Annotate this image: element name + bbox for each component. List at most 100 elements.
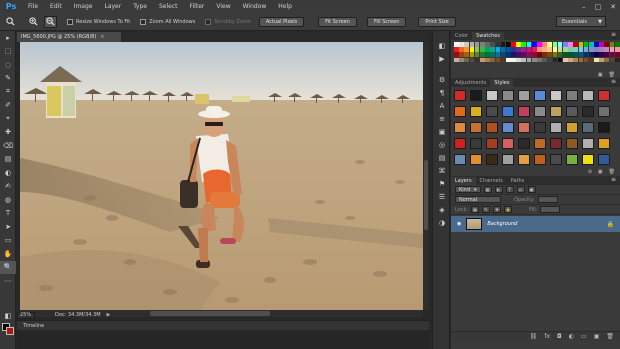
color-swatch[interactable]: [521, 52, 527, 58]
menu-file[interactable]: File: [22, 0, 44, 13]
color-swatch[interactable]: [552, 42, 558, 47]
type-filter-icon[interactable]: T: [505, 186, 514, 194]
close-icon[interactable]: ×: [100, 34, 104, 40]
style-preset[interactable]: [486, 138, 498, 150]
color-swatch[interactable]: [459, 57, 464, 63]
tab-color[interactable]: Color: [451, 32, 472, 40]
color-swatch[interactable]: [469, 42, 475, 47]
menu-image[interactable]: Image: [68, 0, 99, 13]
color-swatch[interactable]: [588, 47, 594, 52]
notes-panel-icon[interactable]: ⚑: [433, 177, 451, 190]
layer-style-icon[interactable]: fx: [544, 333, 550, 340]
color-swatch[interactable]: [547, 57, 553, 63]
style-preset[interactable]: [534, 138, 546, 150]
color-swatch[interactable]: [500, 57, 506, 63]
color-swatch[interactable]: [573, 42, 578, 47]
color-swatch[interactable]: [526, 52, 532, 58]
color-swatch[interactable]: [604, 57, 610, 63]
style-preset[interactable]: [486, 154, 498, 166]
color-swatch[interactable]: [542, 57, 547, 63]
color-swatch[interactable]: [511, 57, 516, 63]
color-swatch[interactable]: [614, 52, 620, 58]
new-style-icon[interactable]: ▣: [598, 169, 603, 175]
color-swatch[interactable]: [526, 47, 532, 52]
brush-presets-icon[interactable]: ◎: [433, 138, 451, 151]
character-panel-icon[interactable]: A: [433, 99, 451, 112]
color-swatch[interactable]: [500, 47, 506, 52]
quick-mask-icon[interactable]: ◧: [0, 310, 16, 324]
style-preset[interactable]: [486, 106, 498, 118]
menu-view[interactable]: View: [210, 0, 236, 13]
color-swatch[interactable]: [516, 52, 521, 58]
color-swatch[interactable]: [485, 42, 490, 47]
clear-style-icon[interactable]: ⊘: [588, 169, 592, 175]
color-swatch[interactable]: [594, 47, 599, 52]
color-swatch[interactable]: [573, 52, 578, 58]
tab-channels[interactable]: Channels: [476, 177, 507, 185]
checkbox-box[interactable]: [67, 18, 73, 25]
color-swatch[interactable]: [454, 47, 459, 52]
color-swatch[interactable]: [505, 52, 511, 58]
color-swatch[interactable]: [542, 52, 547, 58]
style-preset[interactable]: [454, 122, 466, 134]
color-swatch[interactable]: [485, 52, 490, 58]
zoom-all-checkbox[interactable]: Zoom All Windows: [140, 18, 195, 25]
checkbox-box[interactable]: [140, 18, 147, 25]
color-swatch[interactable]: [479, 57, 485, 63]
color-swatch[interactable]: [474, 57, 480, 63]
color-swatch[interactable]: [604, 52, 610, 58]
style-preset[interactable]: [502, 90, 514, 102]
color-swatch[interactable]: [500, 52, 506, 58]
color-swatch[interactable]: [464, 52, 470, 58]
color-swatch[interactable]: [469, 47, 475, 52]
color-swatch[interactable]: [557, 47, 563, 52]
more-tools-icon[interactable]: ⋯: [0, 274, 16, 288]
style-preset[interactable]: [598, 154, 610, 166]
layer-row-background[interactable]: ◉ Background 🔒: [451, 216, 620, 233]
color-swatch[interactable]: [531, 47, 537, 52]
color-swatch[interactable]: [573, 47, 578, 52]
color-swatch[interactable]: [479, 42, 485, 47]
tab-layers[interactable]: Layers: [451, 177, 476, 186]
style-preset[interactable]: [518, 90, 530, 102]
clone-stamp-tool-icon[interactable]: ⌫: [0, 139, 16, 153]
style-preset[interactable]: [550, 154, 562, 166]
print-size-button[interactable]: Print Size: [418, 16, 456, 27]
gradient-tool-icon[interactable]: ✍: [0, 180, 16, 194]
fit-screen-button[interactable]: Fit Screen: [318, 16, 357, 27]
lasso-tool-icon[interactable]: ◌: [0, 58, 16, 72]
lock-pixels-icon[interactable]: ✎: [482, 206, 491, 214]
shape-tool-icon[interactable]: ▭: [0, 234, 16, 248]
visibility-eye-icon[interactable]: ◉: [457, 221, 461, 227]
checkbox-box[interactable]: [205, 18, 212, 25]
color-swatch[interactable]: [516, 57, 521, 63]
style-preset[interactable]: [518, 138, 530, 150]
style-preset[interactable]: [582, 122, 594, 134]
color-swatch[interactable]: [490, 52, 495, 58]
style-preset[interactable]: [470, 138, 482, 150]
color-swatch[interactable]: [562, 42, 568, 47]
color-swatch[interactable]: [511, 47, 516, 52]
color-swatch[interactable]: [516, 47, 521, 52]
color-swatch[interactable]: [604, 42, 610, 47]
new-group-icon[interactable]: ▭: [581, 333, 587, 340]
style-preset[interactable]: [454, 154, 466, 166]
style-preset[interactable]: [566, 154, 578, 166]
color-swatch[interactable]: [537, 57, 542, 63]
style-preset[interactable]: [582, 90, 594, 102]
maximize-button[interactable]: □: [595, 3, 602, 11]
color-swatch[interactable]: [495, 42, 501, 47]
move-tool-icon[interactable]: ▸: [0, 31, 16, 45]
style-preset[interactable]: [470, 154, 482, 166]
color-swatch[interactable]: [588, 42, 594, 47]
scrubby-zoom-checkbox[interactable]: Scrubby Zoom: [205, 18, 251, 25]
panel-menu-icon[interactable]: ≡: [611, 176, 616, 184]
color-swatch[interactable]: [464, 42, 470, 47]
eraser-tool-icon[interactable]: ◐: [0, 166, 16, 180]
style-preset[interactable]: [550, 122, 562, 134]
actual-pixels-button[interactable]: Actual Pixels: [258, 16, 305, 27]
color-swatch[interactable]: [490, 57, 495, 63]
color-swatch[interactable]: [500, 42, 506, 47]
color-swatch[interactable]: [568, 52, 573, 58]
color-swatch[interactable]: [568, 47, 573, 52]
